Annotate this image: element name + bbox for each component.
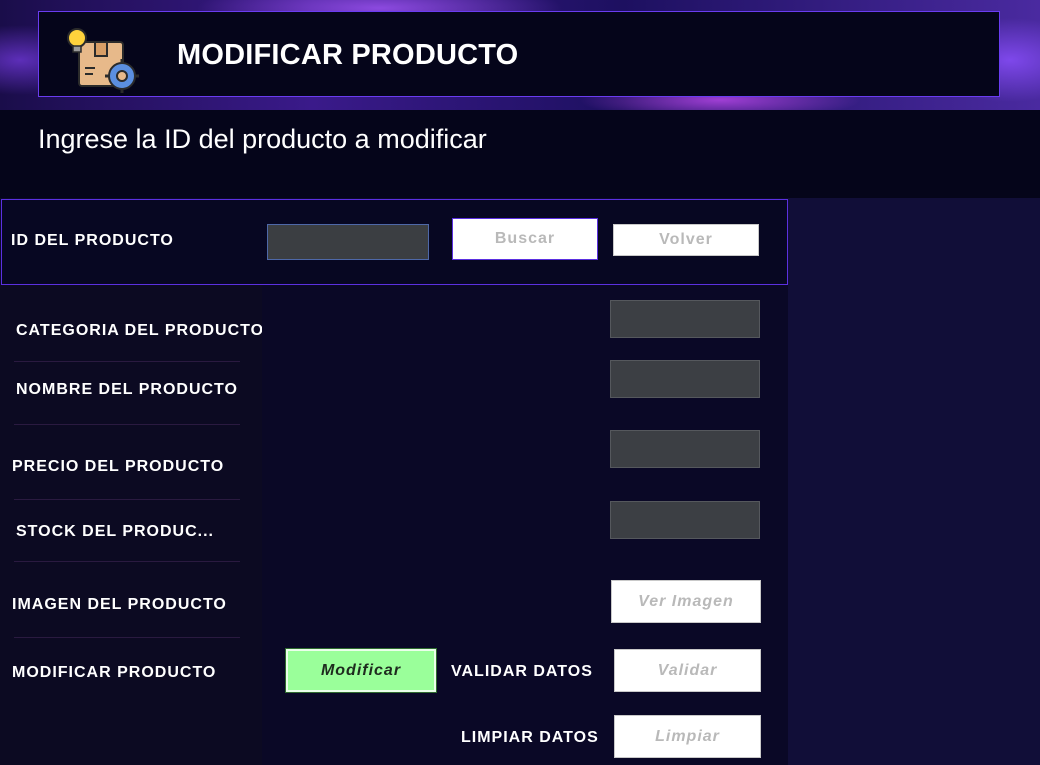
page-title: MODIFICAR PRODUCTO bbox=[177, 39, 519, 71]
clear-label: LIMPIAR DATOS bbox=[461, 729, 599, 746]
divider bbox=[14, 499, 240, 500]
search-button[interactable]: Buscar bbox=[452, 218, 598, 260]
modify-label: MODIFICAR PRODUCTO bbox=[12, 664, 217, 681]
clear-button[interactable]: Limpiar bbox=[614, 715, 761, 758]
product-id-input[interactable] bbox=[267, 224, 429, 260]
validate-button[interactable]: Validar bbox=[614, 649, 761, 692]
divider bbox=[14, 561, 240, 562]
back-button[interactable]: Volver bbox=[613, 224, 759, 256]
instruction-band: Ingrese la ID del producto a modificar bbox=[0, 110, 1040, 198]
category-label: CATEGORIA DEL PRODUCTO bbox=[16, 322, 262, 339]
modify-button[interactable]: Modificar bbox=[285, 648, 437, 693]
view-image-button[interactable]: Ver Imagen bbox=[611, 580, 761, 623]
validate-label: VALIDAR DATOS bbox=[451, 663, 593, 680]
divider bbox=[14, 361, 240, 362]
product-settings-icon bbox=[67, 28, 139, 93]
category-field[interactable] bbox=[610, 300, 760, 338]
price-label: PRECIO DEL PRODUCTO bbox=[12, 458, 225, 475]
product-form: CATEGORIA DEL PRODUCTO NOMBRE DEL PRODUC… bbox=[0, 285, 788, 765]
divider bbox=[14, 424, 240, 425]
name-label: NOMBRE DEL PRODUCTO bbox=[16, 381, 238, 398]
stock-label: STOCK DEL PRODUC... bbox=[16, 523, 214, 540]
search-bar: ID DEL PRODUCTO Buscar Volver bbox=[1, 199, 788, 285]
stock-field[interactable] bbox=[610, 501, 760, 539]
header-bar: MODIFICAR PRODUCTO bbox=[38, 11, 1000, 97]
divider bbox=[14, 637, 240, 638]
name-field[interactable] bbox=[610, 360, 760, 398]
right-panel bbox=[788, 198, 1040, 765]
instruction-text: Ingrese la ID del producto a modificar bbox=[38, 124, 487, 154]
price-field[interactable] bbox=[610, 430, 760, 468]
image-label: IMAGEN DEL PRODUCTO bbox=[12, 596, 227, 613]
product-id-label: ID DEL PRODUCTO bbox=[11, 232, 174, 249]
